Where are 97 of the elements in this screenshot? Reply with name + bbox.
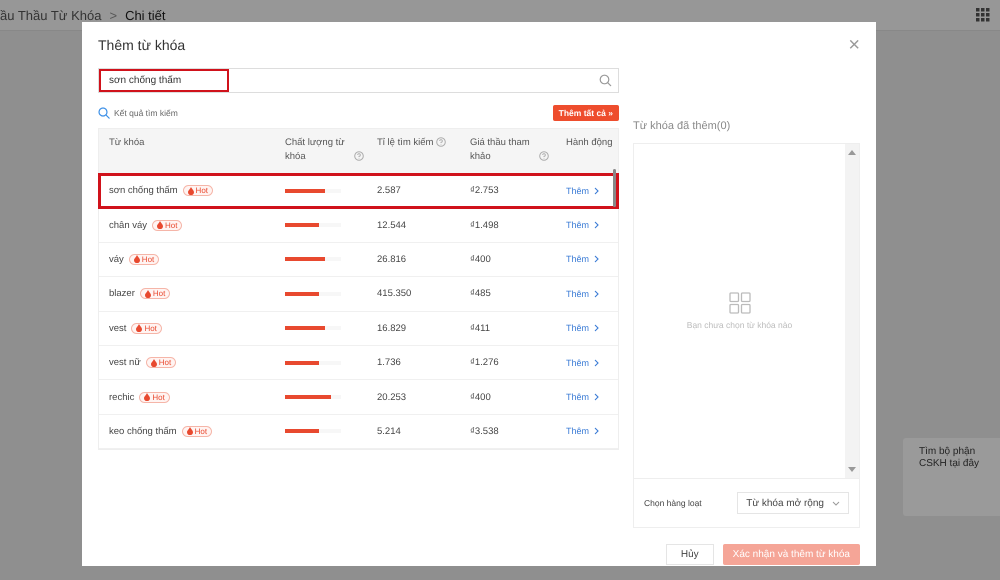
dialog-title: Thêm từ khóa xyxy=(98,37,186,53)
flame-icon xyxy=(188,186,194,195)
table-row[interactable]: rechic Hot 20.253 ₫400 Thêm xyxy=(99,380,618,415)
table-row[interactable]: keo chống thấm Hot 5.214 ₫3.538 Thêm xyxy=(99,414,618,450)
badge-text: Hot xyxy=(196,186,208,196)
column-header: Chất lượng từ khóa xyxy=(285,136,346,164)
add-link[interactable]: Thêm xyxy=(566,186,590,196)
table-row[interactable]: sơn chống thấm Hot 2.587 ₫2.753 Thêm xyxy=(99,174,618,208)
badge-text: Hot xyxy=(142,254,154,264)
table-cell: ₫411 xyxy=(470,322,490,334)
keyword-text: vest nữ xyxy=(109,357,141,368)
badge-text: Hot xyxy=(194,426,208,436)
flame-icon xyxy=(150,358,157,367)
badge-text: Hot xyxy=(152,392,165,402)
flame-icon xyxy=(144,393,150,402)
badge-text: Hot xyxy=(144,324,157,333)
table-cell: 12.544 xyxy=(377,220,406,231)
chevron-right-icon xyxy=(594,393,600,402)
table-cell: ₫1.498 xyxy=(470,220,499,231)
add-link[interactable]: Thêm xyxy=(566,220,590,230)
scrollbar[interactable] xyxy=(845,144,859,478)
table-cell: 20.253 xyxy=(377,392,406,403)
search-icon xyxy=(98,107,110,119)
table-row[interactable]: vest Hot 16.829 ₫411 Thêm xyxy=(99,312,618,346)
add-link[interactable]: Thêm xyxy=(566,254,590,264)
table-row[interactable]: váy Hot 26.816 ₫400 Thêm xyxy=(99,242,618,278)
chevron-right-icon xyxy=(594,255,600,264)
table-cell: 5.214 xyxy=(377,426,401,437)
apps-grid-icon[interactable] xyxy=(976,8,990,22)
table-cell: ₫3.538 xyxy=(470,426,499,437)
column-header: Hành động xyxy=(566,136,612,150)
add-all-button[interactable]: Thêm tất cả » xyxy=(552,105,619,121)
add-link[interactable]: Thêm xyxy=(566,323,590,334)
chevron-right-icon xyxy=(594,358,600,367)
chevron-right-icon xyxy=(594,221,600,230)
table-cell: ₫485 xyxy=(470,288,491,300)
chevron-down-icon xyxy=(832,500,840,506)
bulk-select-dropdown[interactable]: Từ khóa mở rộng xyxy=(737,492,849,514)
keyword-text: vest xyxy=(109,322,126,334)
flame-icon xyxy=(157,221,164,230)
column-header: Giá thầu tham khảo xyxy=(470,136,531,164)
scrollbar-thumb[interactable] xyxy=(613,169,616,207)
empty-grid-icon xyxy=(728,292,750,314)
table-cell: ₫400 xyxy=(470,392,491,403)
column-header: Từ khóa xyxy=(109,136,144,150)
breadcrumb-item[interactable]: Chi tiết xyxy=(125,8,166,22)
chevron-right-icon xyxy=(594,186,600,195)
add-link[interactable]: Thêm xyxy=(566,392,590,402)
dropdown-value: Từ khóa mở rộng xyxy=(746,498,824,508)
badge-text: Hot xyxy=(165,220,178,230)
results-label: Kết quả tìm kiếm xyxy=(114,108,178,118)
search-icon[interactable] xyxy=(599,74,612,87)
add-link[interactable]: Thêm xyxy=(566,288,590,299)
table-row[interactable]: vest nữ Hot 1.736 ₫1.276 Thêm xyxy=(99,346,618,380)
scroll-down-icon[interactable] xyxy=(848,467,856,472)
flame-icon xyxy=(144,290,151,298)
table-row[interactable]: blazer Hot 415.350 ₫485 Thêm xyxy=(99,277,618,312)
keyword-text: chân váy xyxy=(109,220,148,231)
table-cell: 1.736 xyxy=(377,357,401,368)
help-icon[interactable] xyxy=(354,150,364,161)
table-cell: ₫400 xyxy=(470,254,491,265)
scroll-up-icon[interactable] xyxy=(848,150,856,155)
keyword-text: váy xyxy=(109,254,124,265)
added-keywords-title: Từ khóa đã thêm(0) xyxy=(633,120,732,134)
column-header: Tỉ lệ tìm kiếm xyxy=(377,136,434,150)
keyword-text: rechic xyxy=(109,392,134,403)
cancel-button[interactable]: Hủy xyxy=(666,544,714,565)
keyword-text: sơn chống thấm xyxy=(109,185,178,196)
badge-text: Hot xyxy=(158,358,172,368)
table-cell: ₫2.753 xyxy=(470,185,499,196)
breadcrumb-item[interactable]: ầu Thầu Từ Khóa xyxy=(0,8,102,22)
table-cell: 26.816 xyxy=(377,254,406,265)
search-value: sơn chống thấm xyxy=(99,69,229,92)
help-icon[interactable] xyxy=(436,136,446,147)
table-cell: ₫1.276 xyxy=(470,357,499,368)
help-icon[interactable] xyxy=(539,150,549,161)
support-toast[interactable]: Tìm bộ phận CSKH tại đây xyxy=(903,438,1000,516)
flame-icon xyxy=(136,324,142,332)
badge-text: Hot xyxy=(152,289,166,298)
breadcrumb-separator: > xyxy=(109,8,118,22)
add-link[interactable]: Thêm xyxy=(566,426,590,436)
flame-icon xyxy=(134,255,140,264)
table-cell: 16.829 xyxy=(377,322,406,334)
search-field[interactable]: sơn chống thấm xyxy=(98,68,619,93)
empty-message: Bạn chưa chọn từ khóa nào xyxy=(686,320,792,330)
bulk-select-label: Chọn hàng loạt xyxy=(644,498,702,508)
keyword-text: keo chống thấm xyxy=(109,426,177,437)
chevron-right-icon xyxy=(594,324,600,332)
table-cell: 2.587 xyxy=(377,185,401,196)
chevron-right-icon xyxy=(594,427,600,436)
keyword-text: blazer xyxy=(109,288,135,300)
toast-text: Tìm bộ phận CSKH tại đây xyxy=(919,446,980,469)
flame-icon xyxy=(186,427,193,436)
chevron-right-icon xyxy=(594,290,600,298)
add-link[interactable]: Thêm xyxy=(566,358,590,368)
table-cell: 415.350 xyxy=(377,288,412,300)
table-row[interactable]: chân váy Hot 12.544 ₫1.498 Thêm xyxy=(99,208,618,243)
